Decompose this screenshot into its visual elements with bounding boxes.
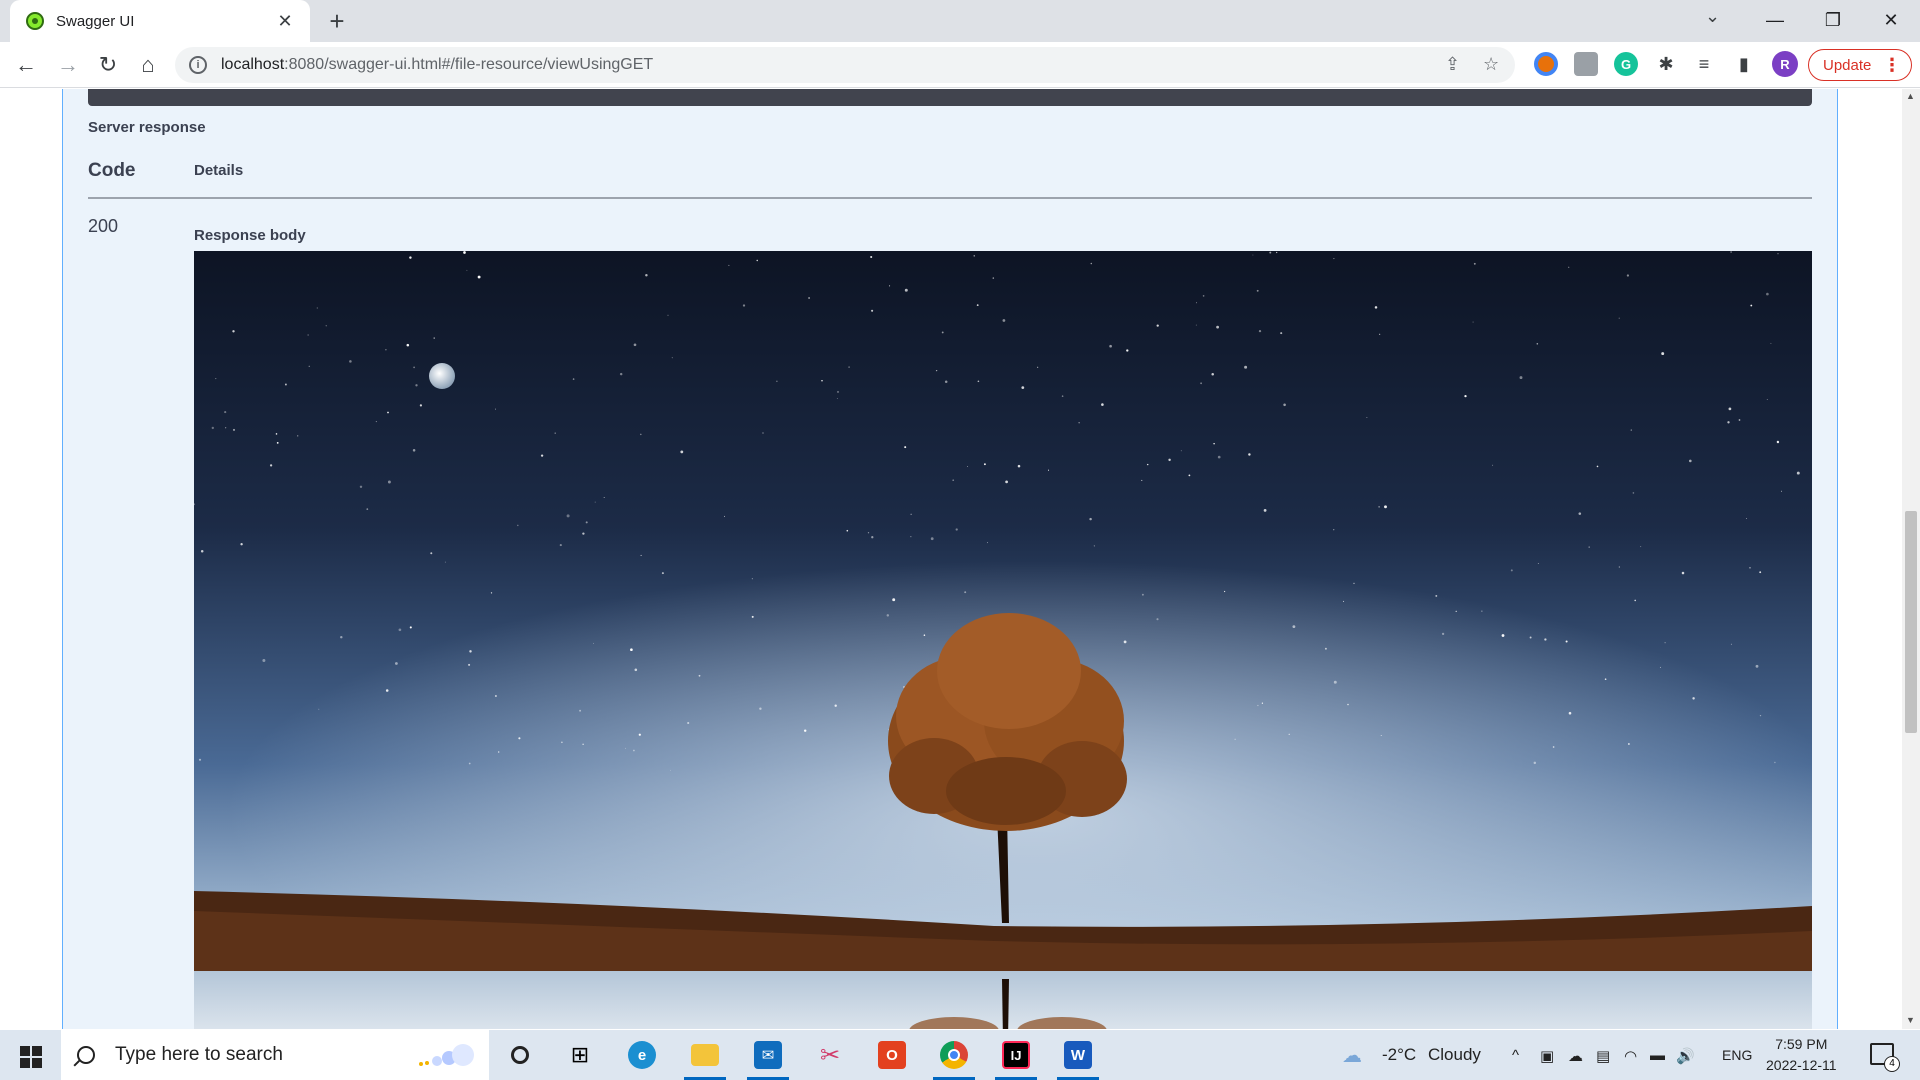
- reading-list-icon[interactable]: ≡: [1692, 52, 1716, 76]
- notification-center-icon[interactable]: 4: [1870, 1043, 1900, 1072]
- weather-description[interactable]: Cloudy: [1428, 1045, 1481, 1065]
- chrome-icon[interactable]: [929, 1035, 979, 1080]
- info-icon[interactable]: i: [189, 56, 207, 74]
- search-highlight-icon: [419, 1044, 474, 1066]
- edge-icon[interactable]: e: [617, 1035, 667, 1075]
- browser-toolbar: ← → ↻ ⌂ i localhost:8080/swagger-ui.html…: [0, 42, 1920, 88]
- language-indicator[interactable]: ENG: [1722, 1047, 1752, 1063]
- close-window-icon[interactable]: ✕: [1862, 0, 1920, 40]
- snipping-tool-icon[interactable]: ✂: [805, 1035, 855, 1075]
- extensions-icon[interactable]: ✱: [1654, 52, 1678, 76]
- page-scrollbar[interactable]: ▲ ▼: [1902, 89, 1920, 1029]
- home-icon[interactable]: ⌂: [132, 49, 164, 81]
- server-response-heading: Server response: [88, 119, 206, 136]
- tab-close-icon[interactable]: ✕: [274, 11, 296, 32]
- tab-search-chevron-icon[interactable]: ⌄: [1705, 6, 1720, 27]
- cloud-weather-icon[interactable]: ☁: [1342, 1043, 1362, 1068]
- star-icon[interactable]: ☆: [1483, 54, 1499, 75]
- restore-icon[interactable]: ❐: [1804, 0, 1862, 40]
- weather-temperature[interactable]: -2°C: [1382, 1045, 1416, 1065]
- cortana-icon[interactable]: [495, 1035, 545, 1075]
- code-column-header: Code: [88, 160, 136, 181]
- scrollbar-thumb[interactable]: [1905, 511, 1917, 733]
- browser-tab[interactable]: Swagger UI ✕: [10, 0, 310, 42]
- back-icon[interactable]: ←: [10, 49, 42, 81]
- header-divider: [88, 197, 1812, 199]
- swagger-favicon-icon: [26, 12, 44, 30]
- tab-title: Swagger UI: [56, 12, 135, 30]
- taskbar-search-box[interactable]: Type here to search: [61, 1030, 489, 1080]
- extension-puzzle-grey-icon[interactable]: [1574, 52, 1598, 76]
- sidepanel-icon[interactable]: ▮: [1732, 52, 1756, 76]
- office-icon[interactable]: O: [867, 1035, 917, 1075]
- scroll-down-icon[interactable]: ▼: [1906, 1015, 1915, 1025]
- onedrive-icon[interactable]: ☁: [1568, 1047, 1583, 1065]
- file-explorer-icon[interactable]: [680, 1035, 730, 1080]
- search-placeholder: Type here to search: [115, 1044, 283, 1065]
- windows-taskbar: Type here to search ⊞ e ✉ ✂ O IJ W ☁ -2°…: [0, 1030, 1920, 1080]
- wifi-icon[interactable]: ◠: [1624, 1047, 1637, 1065]
- volume-icon[interactable]: 🔊: [1676, 1047, 1695, 1065]
- profile-avatar[interactable]: R: [1772, 51, 1798, 77]
- system-clock[interactable]: 7:59 PM 2022-12-11: [1766, 1034, 1837, 1076]
- mail-icon[interactable]: ✉: [743, 1035, 793, 1080]
- scroll-up-icon[interactable]: ▲: [1906, 91, 1915, 101]
- show-hidden-icons-chevron-icon[interactable]: ^: [1512, 1047, 1519, 1064]
- moon: [429, 363, 455, 389]
- new-tab-button[interactable]: +: [322, 7, 352, 37]
- clock-time: 7:59 PM: [1775, 1036, 1828, 1052]
- search-icon: [77, 1046, 95, 1064]
- update-label: Update: [1823, 56, 1872, 74]
- forward-icon[interactable]: →: [52, 49, 84, 81]
- screen-capture-icon[interactable]: ▤: [1596, 1047, 1610, 1065]
- extension-colorful-icon[interactable]: [1534, 52, 1558, 76]
- grammarly-icon[interactable]: G: [1614, 52, 1638, 76]
- menu-icon[interactable]: ⋮: [1883, 55, 1901, 76]
- share-icon[interactable]: ⇪: [1445, 54, 1460, 75]
- response-body-image: [194, 251, 1812, 1029]
- response-status-code: 200: [88, 216, 119, 236]
- windows-start-icon[interactable]: [20, 1046, 42, 1068]
- minimize-icon[interactable]: —: [1746, 0, 1804, 40]
- reload-icon[interactable]: ↻: [92, 49, 124, 81]
- intellij-icon[interactable]: IJ: [991, 1035, 1041, 1080]
- response-body-label: Response body: [194, 227, 306, 244]
- curl-code-block: [88, 89, 1812, 106]
- word-icon[interactable]: W: [1053, 1035, 1103, 1080]
- tab-strip: Swagger UI ✕ + ⌄ — ❐ ✕: [0, 0, 1920, 42]
- url-text[interactable]: localhost:8080/swagger-ui.html#/file-res…: [221, 56, 653, 74]
- notification-count-badge: 4: [1884, 1056, 1900, 1072]
- page-viewport: Server response Code Details 200 Respons…: [0, 89, 1920, 1029]
- clock-date: 2022-12-11: [1766, 1057, 1837, 1073]
- task-view-icon[interactable]: ⊞: [555, 1035, 605, 1075]
- battery-icon[interactable]: ▬: [1650, 1047, 1665, 1064]
- details-column-header: Details: [194, 162, 244, 179]
- address-bar[interactable]: i localhost:8080/swagger-ui.html#/file-r…: [175, 47, 1515, 83]
- window-controls: — ❐ ✕: [1746, 0, 1920, 40]
- meet-now-icon[interactable]: ▣: [1540, 1047, 1554, 1065]
- update-button[interactable]: Update ⋮: [1808, 49, 1912, 81]
